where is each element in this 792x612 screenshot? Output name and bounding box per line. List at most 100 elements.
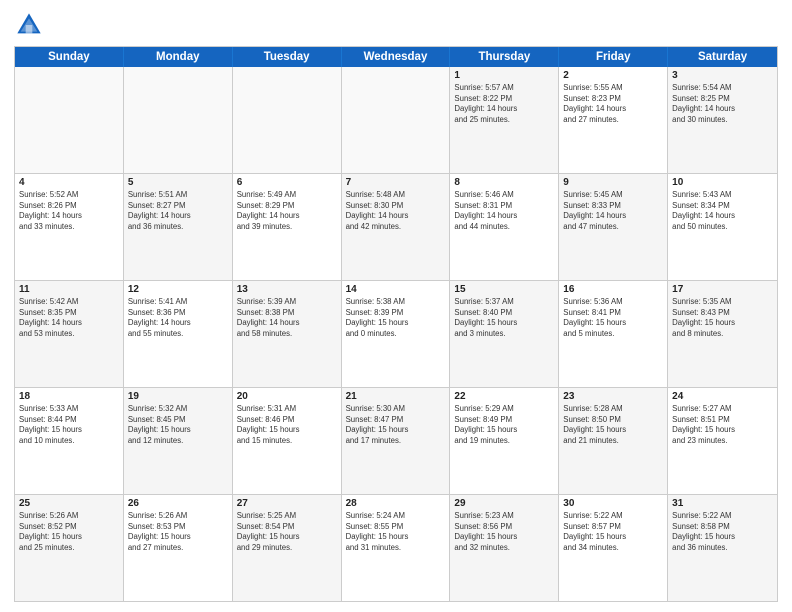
empty-cell [15, 67, 124, 173]
day-number: 20 [237, 391, 337, 402]
day-cell-28: 28 Sunrise: 5:24 AM Sunset: 8:55 PM Dayli… [342, 495, 451, 601]
calendar-week-1: 1Sunrise: 5:57 AM Sunset: 8:22 PM Daylig… [15, 67, 777, 173]
day-cell-10: 10 Sunrise: 5:43 AM Sunset: 8:34 PM Dayli… [668, 174, 777, 280]
empty-cell [233, 67, 342, 173]
day-info: Sunrise: 5:55 AM Sunset: 8:23 PM Dayligh… [563, 83, 663, 125]
day-cell-5: 5 Sunrise: 5:51 AM Sunset: 8:27 PM Daylig… [124, 174, 233, 280]
day-info: Sunrise: 5:42 AM Sunset: 8:35 PM Dayligh… [19, 297, 119, 339]
day-cell-16: 16 Sunrise: 5:36 AM Sunset: 8:41 PM Dayli… [559, 281, 668, 387]
day-number: 11 [19, 284, 119, 295]
day-cell-29: 29 Sunrise: 5:23 AM Sunset: 8:56 PM Dayli… [450, 495, 559, 601]
day-info: Sunrise: 5:38 AM Sunset: 8:39 PM Dayligh… [346, 297, 446, 339]
calendar-week-3: 11 Sunrise: 5:42 AM Sunset: 8:35 PM Dayli… [15, 280, 777, 387]
weekday-header-monday: Monday [124, 47, 233, 67]
day-cell-23: 23 Sunrise: 5:28 AM Sunset: 8:50 PM Dayli… [559, 388, 668, 494]
day-cell-27: 27 Sunrise: 5:25 AM Sunset: 8:54 PM Dayli… [233, 495, 342, 601]
weekday-header-wednesday: Wednesday [342, 47, 451, 67]
day-info: Sunrise: 5:37 AM Sunset: 8:40 PM Dayligh… [454, 297, 554, 339]
day-info: Sunrise: 5:48 AM Sunset: 8:30 PM Dayligh… [346, 190, 446, 232]
day-info: Sunrise: 5:52 AM Sunset: 8:26 PM Dayligh… [19, 190, 119, 232]
day-cell-4: 4 Sunrise: 5:52 AM Sunset: 8:26 PM Daylig… [15, 174, 124, 280]
day-cell-12: 12 Sunrise: 5:41 AM Sunset: 8:36 PM Dayli… [124, 281, 233, 387]
day-info: Sunrise: 5:22 AM Sunset: 8:57 PM Dayligh… [563, 511, 663, 553]
header [14, 10, 778, 40]
day-number: 23 [563, 391, 663, 402]
day-cell-8: 8 Sunrise: 5:46 AM Sunset: 8:31 PM Daylig… [450, 174, 559, 280]
day-number: 4 [19, 177, 119, 188]
day-number: 17 [672, 284, 773, 295]
day-number: 25 [19, 498, 119, 509]
day-number: 8 [454, 177, 554, 188]
day-cell-18: 18Sunrise: 5:33 AM Sunset: 8:44 PM Dayli… [15, 388, 124, 494]
day-cell-1: 1Sunrise: 5:57 AM Sunset: 8:22 PM Daylig… [450, 67, 559, 173]
calendar-header-row: SundayMondayTuesdayWednesdayThursdayFrid… [15, 47, 777, 67]
day-cell-9: 9Sunrise: 5:45 AM Sunset: 8:33 PM Daylig… [559, 174, 668, 280]
day-info: Sunrise: 5:22 AM Sunset: 8:58 PM Dayligh… [672, 511, 773, 553]
day-info: Sunrise: 5:41 AM Sunset: 8:36 PM Dayligh… [128, 297, 228, 339]
day-info: Sunrise: 5:54 AM Sunset: 8:25 PM Dayligh… [672, 83, 773, 125]
day-info: Sunrise: 5:49 AM Sunset: 8:29 PM Dayligh… [237, 190, 337, 232]
day-cell-26: 26Sunrise: 5:26 AM Sunset: 8:53 PM Dayli… [124, 495, 233, 601]
day-number: 10 [672, 177, 773, 188]
day-info: Sunrise: 5:24 AM Sunset: 8:55 PM Dayligh… [346, 511, 446, 553]
day-number: 16 [563, 284, 663, 295]
day-cell-2: 2 Sunrise: 5:55 AM Sunset: 8:23 PM Daylig… [559, 67, 668, 173]
day-info: Sunrise: 5:43 AM Sunset: 8:34 PM Dayligh… [672, 190, 773, 232]
day-cell-25: 25 Sunrise: 5:26 AM Sunset: 8:52 PM Dayli… [15, 495, 124, 601]
weekday-header-saturday: Saturday [668, 47, 777, 67]
day-info: Sunrise: 5:30 AM Sunset: 8:47 PM Dayligh… [346, 404, 446, 446]
empty-cell [342, 67, 451, 173]
day-cell-3: 3 Sunrise: 5:54 AM Sunset: 8:25 PM Daylig… [668, 67, 777, 173]
day-cell-11: 11 Sunrise: 5:42 AM Sunset: 8:35 PM Dayli… [15, 281, 124, 387]
day-info: Sunrise: 5:23 AM Sunset: 8:56 PM Dayligh… [454, 511, 554, 553]
day-number: 5 [128, 177, 228, 188]
day-cell-24: 24Sunrise: 5:27 AM Sunset: 8:51 PM Dayli… [668, 388, 777, 494]
day-number: 6 [237, 177, 337, 188]
day-number: 2 [563, 70, 663, 81]
day-cell-22: 22Sunrise: 5:29 AM Sunset: 8:49 PM Dayli… [450, 388, 559, 494]
day-info: Sunrise: 5:25 AM Sunset: 8:54 PM Dayligh… [237, 511, 337, 553]
day-number: 7 [346, 177, 446, 188]
day-number: 28 [346, 498, 446, 509]
calendar-body: 1Sunrise: 5:57 AM Sunset: 8:22 PM Daylig… [15, 67, 777, 601]
day-number: 22 [454, 391, 554, 402]
day-number: 27 [237, 498, 337, 509]
day-info: Sunrise: 5:27 AM Sunset: 8:51 PM Dayligh… [672, 404, 773, 446]
day-info: Sunrise: 5:31 AM Sunset: 8:46 PM Dayligh… [237, 404, 337, 446]
day-number: 14 [346, 284, 446, 295]
day-number: 29 [454, 498, 554, 509]
day-info: Sunrise: 5:35 AM Sunset: 8:43 PM Dayligh… [672, 297, 773, 339]
day-cell-20: 20 Sunrise: 5:31 AM Sunset: 8:46 PM Dayli… [233, 388, 342, 494]
page: SundayMondayTuesdayWednesdayThursdayFrid… [0, 0, 792, 612]
day-info: Sunrise: 5:51 AM Sunset: 8:27 PM Dayligh… [128, 190, 228, 232]
day-number: 9 [563, 177, 663, 188]
calendar-week-2: 4 Sunrise: 5:52 AM Sunset: 8:26 PM Daylig… [15, 173, 777, 280]
day-info: Sunrise: 5:57 AM Sunset: 8:22 PM Dayligh… [454, 83, 554, 125]
day-info: Sunrise: 5:26 AM Sunset: 8:52 PM Dayligh… [19, 511, 119, 553]
logo [14, 10, 50, 40]
day-number: 3 [672, 70, 773, 81]
day-number: 30 [563, 498, 663, 509]
calendar: SundayMondayTuesdayWednesdayThursdayFrid… [14, 46, 778, 602]
day-number: 12 [128, 284, 228, 295]
day-cell-15: 15Sunrise: 5:37 AM Sunset: 8:40 PM Dayli… [450, 281, 559, 387]
day-cell-14: 14 Sunrise: 5:38 AM Sunset: 8:39 PM Dayli… [342, 281, 451, 387]
day-info: Sunrise: 5:36 AM Sunset: 8:41 PM Dayligh… [563, 297, 663, 339]
day-info: Sunrise: 5:33 AM Sunset: 8:44 PM Dayligh… [19, 404, 119, 446]
empty-cell [124, 67, 233, 173]
day-cell-30: 30 Sunrise: 5:22 AM Sunset: 8:57 PM Dayli… [559, 495, 668, 601]
day-cell-21: 21Sunrise: 5:30 AM Sunset: 8:47 PM Dayli… [342, 388, 451, 494]
day-info: Sunrise: 5:28 AM Sunset: 8:50 PM Dayligh… [563, 404, 663, 446]
day-cell-6: 6 Sunrise: 5:49 AM Sunset: 8:29 PM Daylig… [233, 174, 342, 280]
day-cell-19: 19Sunrise: 5:32 AM Sunset: 8:45 PM Dayli… [124, 388, 233, 494]
weekday-header-thursday: Thursday [450, 47, 559, 67]
logo-icon [14, 10, 44, 40]
calendar-week-4: 18Sunrise: 5:33 AM Sunset: 8:44 PM Dayli… [15, 387, 777, 494]
day-number: 19 [128, 391, 228, 402]
day-cell-31: 31 Sunrise: 5:22 AM Sunset: 8:58 PM Dayli… [668, 495, 777, 601]
day-number: 31 [672, 498, 773, 509]
day-number: 13 [237, 284, 337, 295]
day-info: Sunrise: 5:46 AM Sunset: 8:31 PM Dayligh… [454, 190, 554, 232]
day-cell-17: 17 Sunrise: 5:35 AM Sunset: 8:43 PM Dayli… [668, 281, 777, 387]
weekday-header-friday: Friday [559, 47, 668, 67]
